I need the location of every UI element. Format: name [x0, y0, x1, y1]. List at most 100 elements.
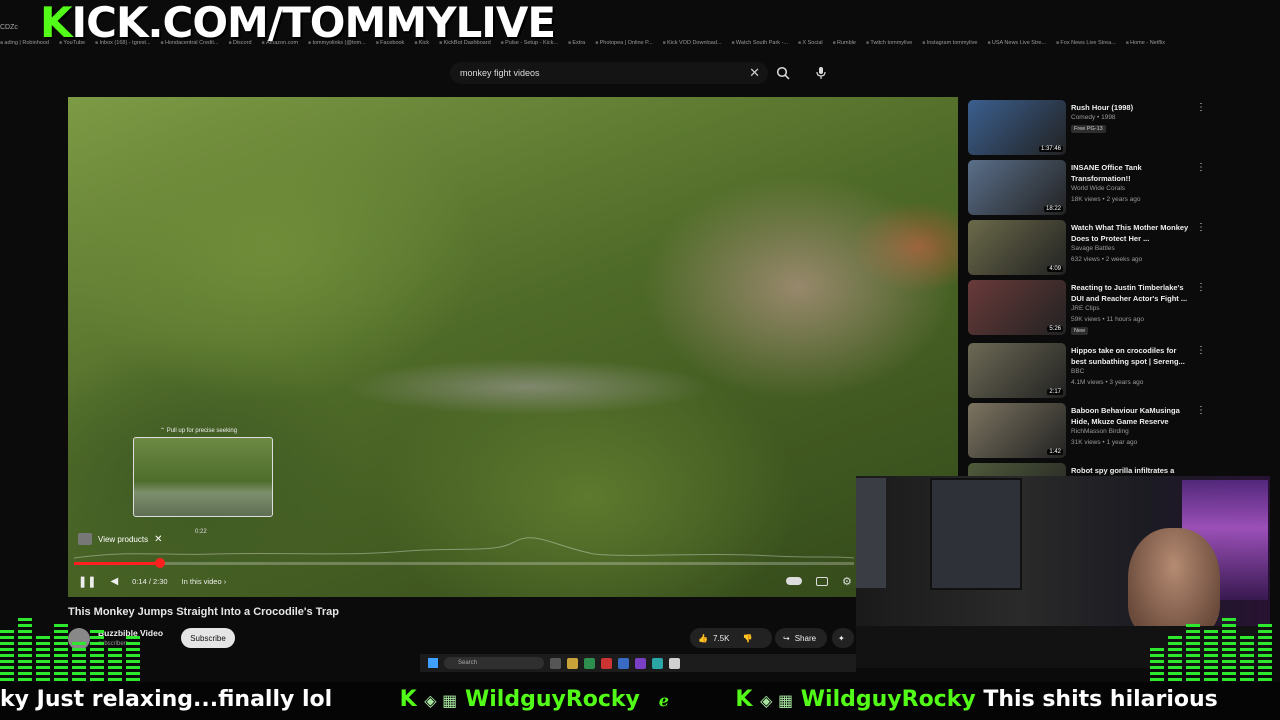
video-thumbnail[interactable]: 5:26 — [968, 280, 1066, 335]
video-duration: 2:17 — [1047, 389, 1063, 395]
equalizer-segment — [126, 672, 140, 675]
equalizer-segment — [1222, 636, 1236, 639]
chapters-button[interactable]: In this video › — [182, 577, 227, 586]
bookmark-item[interactable]: Instagram tommylive — [922, 40, 978, 54]
recommended-title[interactable]: Watch What This Mother Monkey Does to Pr… — [1071, 222, 1191, 244]
search-button[interactable] — [770, 62, 796, 84]
bookmark-item[interactable]: Inbox (168) - tgrest... — [95, 40, 150, 54]
bookmark-item[interactable]: Kick — [414, 40, 429, 54]
bookmark-item[interactable]: YouTube — [59, 40, 85, 54]
taskbar-app-icon[interactable] — [618, 657, 629, 669]
bookmark-item[interactable]: Home - Netflix — [1126, 40, 1165, 54]
video-player[interactable] — [68, 97, 958, 597]
bookmark-item[interactable]: Facebook — [376, 40, 404, 54]
bookmark-item[interactable]: ading | Robinhood — [0, 40, 49, 54]
more-vert-icon[interactable]: ⋮ — [1196, 162, 1206, 173]
more-vert-icon[interactable]: ⋮ — [1196, 102, 1206, 113]
recommended-title[interactable]: INSANE Office Tank Transformation!! — [1071, 162, 1191, 184]
subscribe-button[interactable]: Subscribe — [181, 628, 235, 648]
bookmark-item[interactable]: Rumble — [833, 40, 856, 54]
more-vert-icon[interactable]: ⋮ — [1196, 405, 1206, 416]
progress-bar[interactable] — [74, 558, 854, 568]
bookmark-item[interactable]: Kick VOD Download... — [663, 40, 721, 54]
like-count[interactable]: 7.5K — [713, 634, 729, 643]
player-controls-right: ⚙ — [786, 573, 852, 589]
equalizer-segment — [0, 666, 14, 669]
bookmark-item[interactable]: Photopea | Online P... — [595, 40, 653, 54]
recommended-meta: 18K views • 2 years ago — [1071, 196, 1141, 203]
more-vert-icon[interactable]: ⋮ — [1196, 222, 1206, 233]
equalizer-segment — [1204, 648, 1218, 651]
recommended-title[interactable]: Reacting to Justin Timberlake's DUI and … — [1071, 282, 1191, 304]
more-vert-icon[interactable]: ⋮ — [1196, 282, 1206, 293]
equalizer-segment — [54, 624, 68, 627]
kick-badge-icon: K — [735, 687, 753, 712]
taskbar-app-icon[interactable] — [584, 657, 595, 669]
equalizer-segment — [1258, 678, 1272, 681]
equalizer-segment — [54, 678, 68, 681]
bookmark-item[interactable]: X Social — [798, 40, 822, 54]
captions-icon[interactable] — [816, 576, 828, 586]
bookmark-item[interactable]: Amazon.com — [262, 40, 298, 54]
recommended-badge: Free PG-13 — [1071, 125, 1106, 133]
equalizer-segment — [1222, 660, 1236, 663]
equalizer-segment — [18, 654, 32, 657]
video-thumbnail[interactable]: 2:17 — [968, 343, 1066, 398]
video-thumbnail[interactable]: 1:37:46 — [968, 100, 1066, 155]
recommended-title[interactable]: Rush Hour (1998) — [1071, 102, 1191, 113]
share-button[interactable]: ↪ Share — [775, 628, 827, 648]
bookmark-item[interactable]: KickBot Dashboard — [439, 40, 491, 54]
user-badge-icon: ◈ ▦ — [760, 691, 794, 710]
video-thumbnail[interactable]: 1:42 — [968, 403, 1066, 458]
recommended-title[interactable]: Baboon Behaviour KaMusinga Hide, Mkuze G… — [1071, 405, 1191, 427]
bookmark-item[interactable]: Twitch tommylive — [866, 40, 912, 54]
taskbar-app-icon[interactable] — [550, 657, 561, 669]
progress-scrubber[interactable] — [154, 558, 165, 568]
thumbs-down-icon[interactable]: 👎 — [742, 634, 752, 643]
like-dislike-group: 👍 7.5K 👎 — [690, 628, 772, 648]
pause-button[interactable]: ❚❚ — [78, 575, 96, 588]
windows-start-icon[interactable] — [428, 658, 438, 668]
recommended-title[interactable]: Robot spy gorilla infiltrates a — [1071, 465, 1191, 476]
equalizer-segment — [36, 666, 50, 669]
equalizer-segment — [126, 636, 140, 639]
autoplay-toggle[interactable] — [786, 577, 802, 585]
clear-search-icon[interactable]: ✕ — [749, 65, 760, 81]
bookmark-item[interactable]: Pulse - Setup - Kick... — [501, 40, 558, 54]
taskbar-app-icon[interactable] — [567, 657, 578, 669]
recommended-video[interactable]: 18:22 INSANE Office Tank Transformation!!… — [968, 160, 1208, 216]
recommended-video[interactable]: 1:37:46 Rush Hour (1998) Comedy • 1998 Free… — [968, 100, 1208, 156]
more-actions-button[interactable]: ✦ — [832, 628, 854, 648]
bookmark-item[interactable]: Watch South Park -... — [732, 40, 788, 54]
player-controls: ❚❚ ◀ 0:14 / 2:30 In this video › — [78, 573, 226, 589]
recommended-video[interactable]: 2:17 Hippos take on crocodiles for best s… — [968, 343, 1208, 399]
bookmark-item[interactable]: Discord — [228, 40, 252, 54]
video-thumbnail[interactable]: 18:22 — [968, 160, 1066, 215]
search-input[interactable]: monkey fight videos ✕ — [450, 62, 768, 84]
settings-gear-icon[interactable]: ⚙ — [842, 575, 852, 588]
taskbar-app-icon[interactable] — [601, 657, 612, 669]
equalizer-segment — [1204, 666, 1218, 669]
recommended-video[interactable]: 1:42 Baboon Behaviour KaMusinga Hide, Mku… — [968, 403, 1208, 459]
taskbar-app-icon[interactable] — [669, 657, 680, 669]
bookmark-item[interactable]: tommyolinks (@tom... — [308, 40, 365, 54]
recommended-video[interactable]: 4:09 Watch What This Mother Monkey Does t… — [968, 220, 1208, 276]
equalizer-segment — [90, 672, 104, 675]
bookmark-item[interactable]: Hondacentral Credit... — [161, 40, 219, 54]
volume-icon[interactable]: ◀ — [110, 576, 118, 587]
thumbs-up-icon[interactable]: 👍 — [698, 634, 708, 643]
taskbar-app-icon[interactable] — [635, 657, 646, 669]
recommended-title[interactable]: Hippos take on crocodiles for best sunba… — [1071, 345, 1191, 367]
bookmark-item[interactable]: Fox News Live Strea... — [1056, 40, 1115, 54]
recommended-video[interactable]: Robot spy gorilla infiltrates a — [968, 463, 1208, 518]
equalizer-segment — [1186, 666, 1200, 669]
taskbar-search[interactable]: Search — [444, 657, 544, 669]
bookmark-item[interactable]: USA News Live Stre... — [987, 40, 1046, 54]
more-vert-icon[interactable]: ⋮ — [1196, 345, 1206, 356]
voice-search-button[interactable] — [810, 62, 832, 84]
bookmark-item[interactable]: Extra — [568, 40, 585, 54]
video-thumbnail[interactable]: 4:09 — [968, 220, 1066, 275]
taskbar-app-icon[interactable] — [652, 657, 663, 669]
equalizer-segment — [126, 642, 140, 645]
recommended-video[interactable]: 5:26 Reacting to Justin Timberlake's DUI … — [968, 280, 1208, 336]
